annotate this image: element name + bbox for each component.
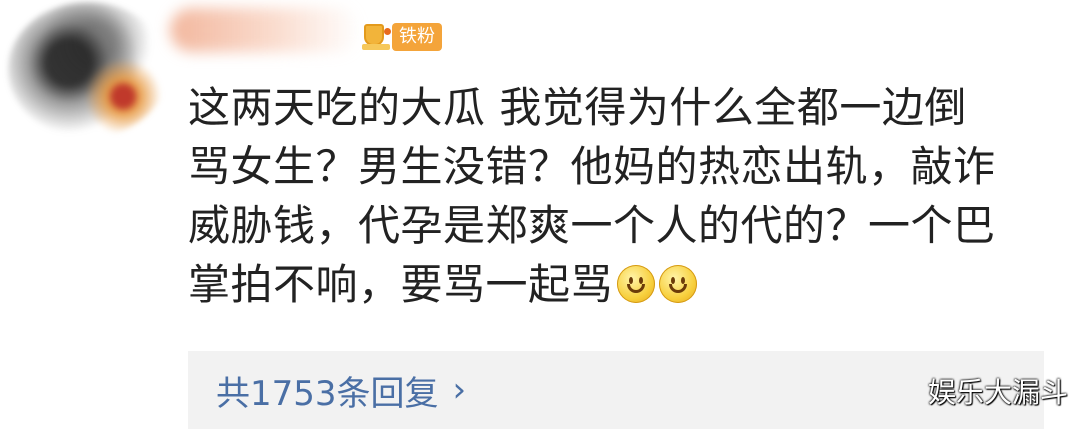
chevron-right-icon: › [452, 370, 467, 410]
view-replies-button[interactable]: 共1753条回复 › [188, 351, 1044, 429]
trophy-icon [360, 22, 396, 52]
comment-line-last: 掌拍不响，要骂一起骂 [188, 255, 1058, 314]
replies-count-label: 共1753条回复 [216, 373, 439, 414]
comment-line-text: 掌拍不响，要骂一起骂 [188, 260, 614, 309]
smile-emoji-icon [617, 265, 656, 303]
comment-line: 威胁钱，代孕是郑爽一个人的代的？一个巴 [188, 201, 996, 250]
fan-badge: 铁粉 [360, 22, 442, 52]
watermark: 娱乐大漏斗 [927, 376, 1068, 409]
comment-text: 这两天吃的大瓜 我觉得为什么全都一边倒 骂女生？男生没错？他妈的热恋出轨，敲诈 … [188, 78, 1058, 314]
comment-line: 这两天吃的大瓜 我觉得为什么全都一边倒 [188, 83, 967, 132]
comment-line: 骂女生？男生没错？他妈的热恋出轨，敲诈 [188, 142, 996, 191]
avatar[interactable] [8, 2, 168, 137]
smile-emoji-icon [659, 265, 698, 303]
comment-card: 铁粉 这两天吃的大瓜 我觉得为什么全都一边倒 骂女生？男生没错？他妈的热恋出轨，… [0, 0, 1080, 429]
fan-badge-label: 铁粉 [392, 23, 442, 51]
username-blurred[interactable] [170, 8, 360, 52]
